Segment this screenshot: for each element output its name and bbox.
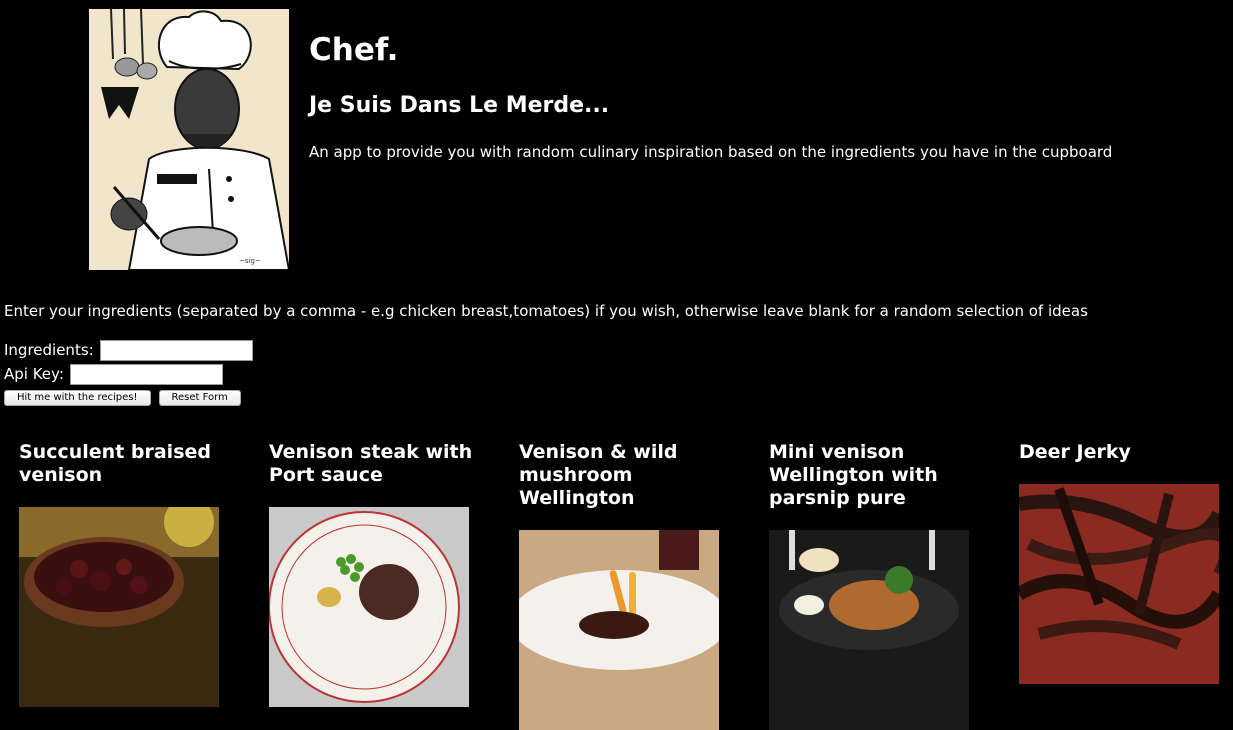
recipe-title[interactable]: Venison & wild mushroom Wellington	[519, 441, 729, 510]
header: ~sig~ Chef. Je Suis Dans Le Merde... An …	[89, 9, 1229, 271]
page-title: Chef.	[309, 32, 399, 68]
svg-text:~sig~: ~sig~	[239, 257, 261, 265]
api-key-row: Api Key:	[4, 362, 253, 386]
recipe-image[interactable]	[769, 530, 969, 730]
recipe-image[interactable]	[19, 507, 219, 707]
api-key-label: Api Key:	[4, 365, 64, 383]
page-subtitle: Je Suis Dans Le Merde...	[309, 93, 610, 118]
recipe-title[interactable]: Succulent braised venison	[19, 441, 229, 487]
recipe-title[interactable]: Venison steak with Port sauce	[269, 441, 479, 487]
reset-button[interactable]: Reset Form	[158, 390, 241, 406]
ingredients-label: Ingredients:	[4, 341, 94, 359]
recipe-image[interactable]	[519, 530, 719, 730]
ingredients-input[interactable]	[99, 339, 253, 361]
form-buttons: Hit me with the recipes! Reset Form	[4, 390, 253, 406]
recipe-card[interactable]: Succulent braised venison	[19, 441, 229, 707]
recipe-card[interactable]: Mini venison Wellington with parsnip pur…	[769, 441, 979, 730]
recipe-search-form: Ingredients: Api Key: Hit me with the re…	[4, 338, 253, 406]
chef-illustration: ~sig~	[89, 9, 289, 270]
ingredients-row: Ingredients:	[4, 338, 253, 362]
recipe-image[interactable]	[269, 507, 469, 707]
recipe-card[interactable]: Venison & wild mushroom Wellington	[519, 441, 729, 730]
recipe-card[interactable]: Venison steak with Port sauce	[269, 441, 479, 707]
instructions-text: Enter your ingredients (separated by a c…	[4, 302, 1088, 320]
recipe-card[interactable]: Deer Jerky	[1019, 441, 1229, 684]
recipe-image[interactable]	[1019, 484, 1219, 684]
submit-button[interactable]: Hit me with the recipes!	[4, 390, 151, 406]
header-text: Chef. Je Suis Dans Le Merde... An app to…	[309, 9, 1112, 162]
recipe-title[interactable]: Deer Jerky	[1019, 441, 1229, 464]
api-key-input[interactable]	[69, 363, 223, 385]
app-description: An app to provide you with random culina…	[309, 143, 1113, 161]
recipe-title[interactable]: Mini venison Wellington with parsnip pur…	[769, 441, 979, 510]
